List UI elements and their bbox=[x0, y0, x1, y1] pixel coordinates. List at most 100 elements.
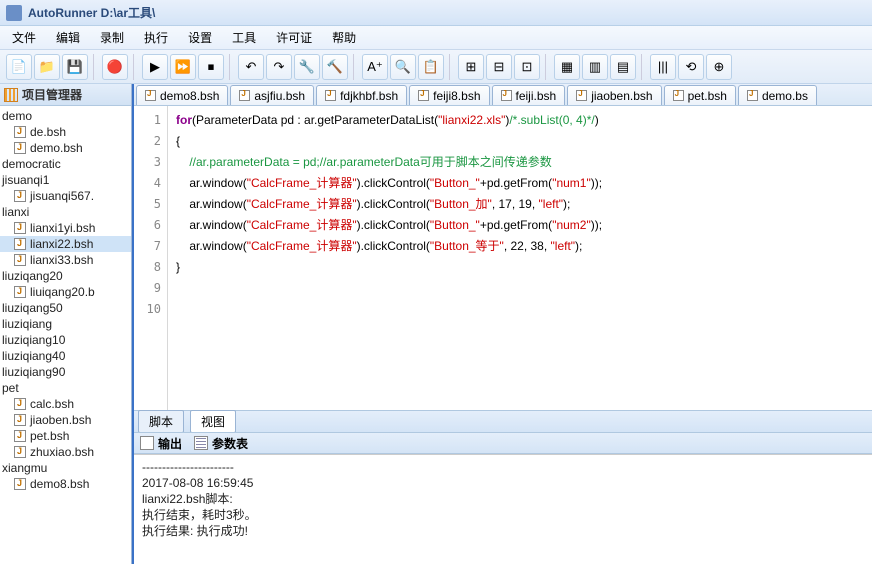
tab-params[interactable]: 参数表 bbox=[194, 435, 248, 452]
tree-item-15[interactable]: liuziqiang40 bbox=[0, 348, 131, 364]
toolbar-btn-7[interactable]: ⏩ bbox=[170, 54, 196, 80]
file-icon bbox=[14, 414, 26, 426]
tree-item-6[interactable]: lianxi bbox=[0, 204, 131, 220]
toolbar-btn-21[interactable]: ⊡ bbox=[514, 54, 540, 80]
tree-item-9[interactable]: lianxi33.bsh bbox=[0, 252, 131, 268]
file-icon bbox=[14, 238, 26, 250]
toolbar-btn-11[interactable]: ↷ bbox=[266, 54, 292, 80]
editor-tab-5[interactable]: jiaoben.bsh bbox=[567, 85, 661, 105]
tree-item-7[interactable]: lianxi1yi.bsh bbox=[0, 220, 131, 236]
tree-label: zhuxiao.bsh bbox=[30, 445, 94, 459]
menu-2[interactable]: 录制 bbox=[92, 27, 132, 48]
toolbar-btn-17[interactable]: 📋 bbox=[418, 54, 444, 80]
tree-label: liuiqang20.b bbox=[30, 285, 95, 299]
tree-item-21[interactable]: zhuxiao.bsh bbox=[0, 444, 131, 460]
tree-item-18[interactable]: calc.bsh bbox=[0, 396, 131, 412]
editor-tab-0[interactable]: demo8.bsh bbox=[136, 85, 228, 105]
tree-label: pet bbox=[2, 381, 19, 395]
menu-0[interactable]: 文件 bbox=[4, 27, 44, 48]
output-tabs: 输出 参数表 bbox=[134, 432, 872, 454]
tree-item-0[interactable]: demo bbox=[0, 108, 131, 124]
tree-label: lianxi1yi.bsh bbox=[30, 221, 95, 235]
tree-label: liuziqang20 bbox=[2, 269, 63, 283]
menu-3[interactable]: 执行 bbox=[136, 27, 176, 48]
file-icon bbox=[14, 222, 26, 234]
toolbar-separator bbox=[641, 54, 645, 80]
editor-tab-4[interactable]: feiji.bsh bbox=[492, 85, 566, 105]
toolbar-btn-13[interactable]: 🔨 bbox=[322, 54, 348, 80]
tree-item-8[interactable]: lianxi22.bsh bbox=[0, 236, 131, 252]
tree-item-4[interactable]: jisuanqi1 bbox=[0, 172, 131, 188]
tree-label: jisuanqi1 bbox=[2, 173, 49, 187]
line-gutter: 12345678910 bbox=[134, 106, 168, 410]
toolbar-btn-15[interactable]: A⁺ bbox=[362, 54, 388, 80]
code-editor[interactable]: 12345678910 for(ParameterData pd : ar.ge… bbox=[134, 106, 872, 410]
output-console[interactable]: -----------------------2017-08-08 16:59:… bbox=[134, 454, 872, 564]
editor-tab-7[interactable]: demo.bs bbox=[738, 85, 817, 105]
tree-label: de.bsh bbox=[30, 125, 66, 139]
file-icon bbox=[325, 90, 336, 101]
toolbar-btn-6[interactable]: ▶ bbox=[142, 54, 168, 80]
editor-tab-6[interactable]: pet.bsh bbox=[664, 85, 736, 105]
tree-item-13[interactable]: liuziqiang bbox=[0, 316, 131, 332]
sidebar-title-bar: 项目管理器 bbox=[0, 84, 131, 106]
tree-item-17[interactable]: pet bbox=[0, 380, 131, 396]
toolbar: 📄📁💾 🔴 ▶⏩⏹ ↶↷🔧🔨 A⁺🔍📋 ⊞⊟⊡ ▦▥▤ |||⟲⊕ bbox=[0, 50, 872, 84]
title-bar: AutoRunner D:\ar工具\ bbox=[0, 0, 872, 26]
editor-bottom-tabs: 脚本 视图 bbox=[134, 410, 872, 432]
tree-item-11[interactable]: liuiqang20.b bbox=[0, 284, 131, 300]
toolbar-btn-16[interactable]: 🔍 bbox=[390, 54, 416, 80]
toolbar-btn-27[interactable]: ||| bbox=[650, 54, 676, 80]
tree-item-14[interactable]: liuziqiang10 bbox=[0, 332, 131, 348]
menu-7[interactable]: 帮助 bbox=[324, 27, 364, 48]
tree-item-2[interactable]: demo.bsh bbox=[0, 140, 131, 156]
toolbar-btn-2[interactable]: 💾 bbox=[62, 54, 88, 80]
app-logo-icon bbox=[6, 5, 22, 21]
toolbar-btn-28[interactable]: ⟲ bbox=[678, 54, 704, 80]
tree-item-3[interactable]: democratic bbox=[0, 156, 131, 172]
tree-item-5[interactable]: jisuanqi567. bbox=[0, 188, 131, 204]
tab-script[interactable]: 脚本 bbox=[138, 410, 184, 433]
editor-tab-1[interactable]: asjfiu.bsh bbox=[230, 85, 314, 105]
menu-6[interactable]: 许可证 bbox=[268, 27, 320, 48]
output-icon bbox=[140, 436, 154, 450]
project-tree[interactable]: demode.bsh demo.bshdemocraticjisuanqi1jis… bbox=[0, 106, 131, 564]
toolbar-btn-1[interactable]: 📁 bbox=[34, 54, 60, 80]
toolbar-btn-8[interactable]: ⏹ bbox=[198, 54, 224, 80]
toolbar-btn-4[interactable]: 🔴 bbox=[102, 54, 128, 80]
code-area[interactable]: for(ParameterData pd : ar.getParameterDa… bbox=[168, 106, 872, 410]
tree-label: calc.bsh bbox=[30, 397, 74, 411]
tree-item-23[interactable]: demo8.bsh bbox=[0, 476, 131, 492]
menu-1[interactable]: 编辑 bbox=[48, 27, 88, 48]
toolbar-btn-19[interactable]: ⊞ bbox=[458, 54, 484, 80]
tree-item-22[interactable]: xiangmu bbox=[0, 460, 131, 476]
editor-tabs: demo8.bshasjfiu.bshfdjkhbf.bshfeiji8.bsh… bbox=[134, 84, 872, 106]
toolbar-btn-20[interactable]: ⊟ bbox=[486, 54, 512, 80]
tree-item-19[interactable]: jiaoben.bsh bbox=[0, 412, 131, 428]
tab-view[interactable]: 视图 bbox=[190, 410, 236, 433]
tree-item-1[interactable]: de.bsh bbox=[0, 124, 131, 140]
project-sidebar: 项目管理器 demode.bshdemo.bshdemocraticjisuan… bbox=[0, 84, 132, 564]
tab-output[interactable]: 输出 bbox=[140, 435, 182, 452]
toolbar-btn-29[interactable]: ⊕ bbox=[706, 54, 732, 80]
file-icon bbox=[576, 90, 587, 101]
menu-bar: 文件编辑录制执行设置工具许可证帮助 bbox=[0, 26, 872, 50]
tree-item-10[interactable]: liuziqang20 bbox=[0, 268, 131, 284]
tree-label: liuziqiang10 bbox=[2, 333, 65, 347]
tree-item-12[interactable]: liuziqang50 bbox=[0, 300, 131, 316]
editor-tab-2[interactable]: fdjkhbf.bsh bbox=[316, 85, 407, 105]
tree-item-20[interactable]: pet.bsh bbox=[0, 428, 131, 444]
editor-tab-3[interactable]: feiji8.bsh bbox=[409, 85, 489, 105]
tree-label: demo.bsh bbox=[30, 141, 83, 155]
toolbar-btn-12[interactable]: 🔧 bbox=[294, 54, 320, 80]
toolbar-btn-25[interactable]: ▤ bbox=[610, 54, 636, 80]
toolbar-btn-0[interactable]: 📄 bbox=[6, 54, 32, 80]
menu-5[interactable]: 工具 bbox=[224, 27, 264, 48]
toolbar-btn-23[interactable]: ▦ bbox=[554, 54, 580, 80]
toolbar-btn-24[interactable]: ▥ bbox=[582, 54, 608, 80]
tree-item-16[interactable]: liuziqiang90 bbox=[0, 364, 131, 380]
tree-label: lianxi bbox=[2, 205, 29, 219]
toolbar-btn-10[interactable]: ↶ bbox=[238, 54, 264, 80]
file-icon bbox=[747, 90, 758, 101]
menu-4[interactable]: 设置 bbox=[180, 27, 220, 48]
